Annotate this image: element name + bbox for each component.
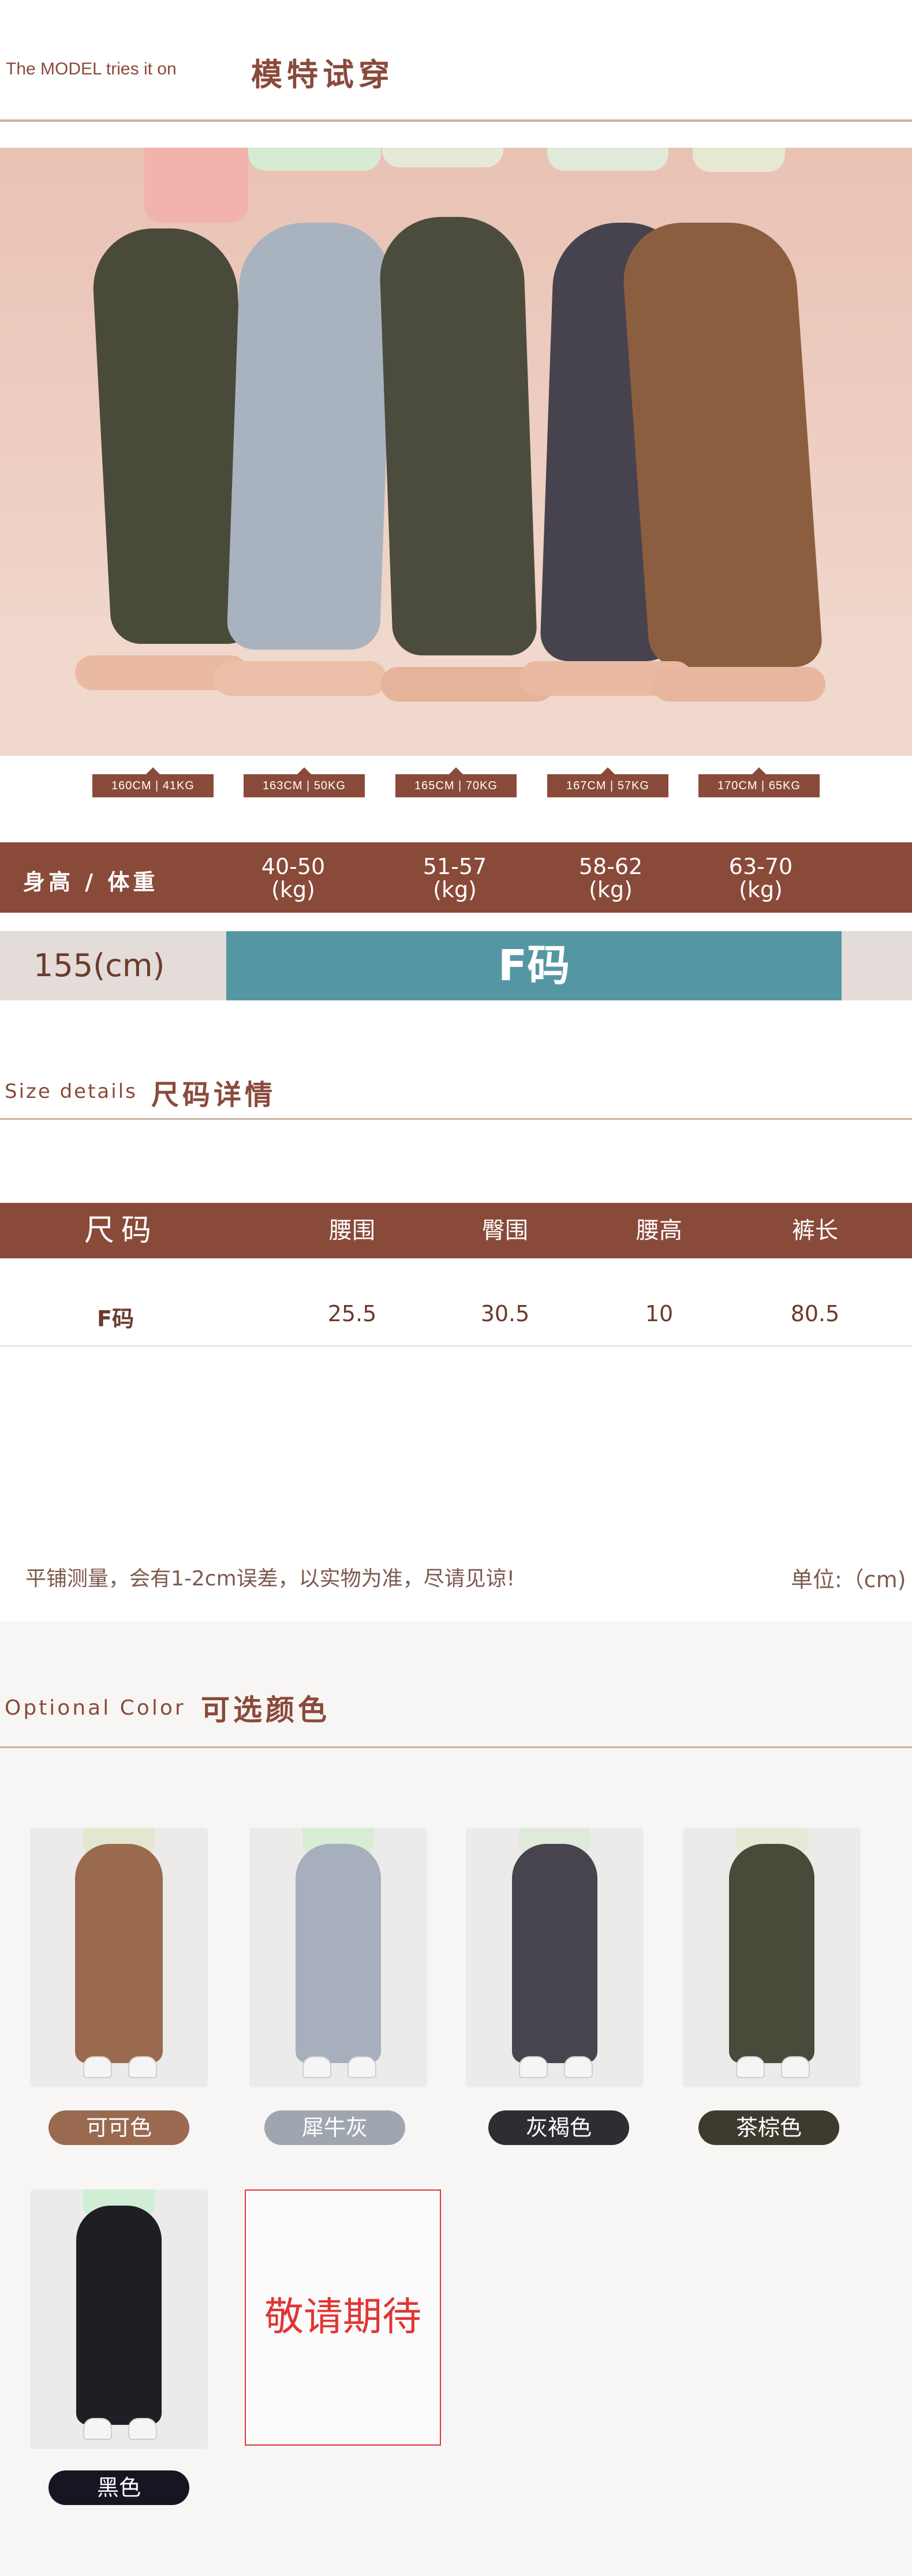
color-name-pill[interactable]: 犀牛灰	[264, 2110, 405, 2145]
model-legging	[377, 217, 538, 655]
weight-range-unit: (kg)	[433, 877, 477, 902]
optional-color-title-zh: 可选颜色	[201, 1693, 330, 1727]
shoe-icon	[519, 2056, 548, 2078]
model-top	[547, 148, 668, 171]
table-cell: 10	[645, 1301, 674, 1326]
model-legging	[619, 223, 824, 667]
color-name-pill[interactable]: 灰褐色	[488, 2110, 629, 2145]
color-name-pill[interactable]: 茶棕色	[698, 2110, 839, 2145]
shoe-icon	[128, 2418, 157, 2440]
model-top	[382, 148, 503, 167]
color-swatch-rhino-gray[interactable]	[249, 1828, 427, 2087]
model-top	[144, 148, 248, 223]
color-swatch-cocoa[interactable]	[30, 1828, 208, 2087]
model-top	[693, 148, 785, 172]
table-row-divider	[0, 1345, 912, 1347]
height-weight-label: 身高 / 体重	[23, 869, 159, 895]
model-title-en: The MODEL tries it on	[6, 59, 177, 78]
table-header-cell: 臀围	[482, 1217, 528, 1244]
swatch-legging	[75, 1844, 163, 2063]
table-header-cell: 腰围	[329, 1217, 375, 1244]
size-details-title-en: Size details	[5, 1080, 137, 1103]
weight-range-value: 58-62	[578, 854, 643, 879]
table-header-cell: 裤长	[792, 1217, 838, 1244]
swatch-legging	[729, 1844, 814, 2063]
model-tag: 160CM | 41KG	[92, 767, 214, 797]
model-tag: 167CM | 57KG	[547, 767, 668, 797]
table-cell: 30.5	[480, 1301, 530, 1326]
divider	[0, 1118, 912, 1120]
size-details-title-zh: 尺码详情	[151, 1079, 276, 1111]
table-cell: 80.5	[790, 1301, 840, 1326]
size-band-end	[842, 931, 912, 1000]
model-legging	[226, 223, 394, 650]
weight-range: 51-57 (kg)	[397, 855, 513, 901]
weight-range-value: 40-50	[261, 854, 326, 879]
model-tag: 165CM | 70KG	[395, 767, 517, 797]
swatch-legging	[76, 2206, 162, 2425]
size-table-header: 尺码 腰围 臀围 腰高 裤长	[0, 1203, 912, 1258]
shoe-icon	[781, 2056, 810, 2078]
shoe-icon	[83, 2418, 112, 2440]
size-chart-header: 身高 / 体重 40-50 (kg) 51-57 (kg) 58-62 (kg)…	[0, 842, 912, 913]
table-cell: 25.5	[327, 1301, 377, 1326]
model-tag: 170CM | 65KG	[698, 767, 820, 797]
shoe-icon	[128, 2056, 157, 2078]
optional-color-title-en: Optional Color	[5, 1696, 186, 1720]
models-photo	[0, 148, 912, 756]
color-name-pill[interactable]: 可可色	[48, 2110, 189, 2145]
table-cell: F码	[97, 1306, 134, 1332]
shoe-icon	[83, 2056, 112, 2078]
model-tag: 163CM | 50KG	[244, 767, 365, 797]
unit-note: 单位:（cm)	[791, 1567, 906, 1592]
color-swatch-black[interactable]	[30, 2189, 208, 2449]
size-band: F码	[226, 931, 842, 1000]
shoe-icon	[736, 2056, 765, 2078]
table-header-cell: 腰高	[636, 1217, 682, 1244]
model-title-zh: 模特试穿	[251, 57, 394, 93]
shoe-icon	[564, 2056, 593, 2078]
weight-range-unit: (kg)	[271, 877, 315, 902]
height-cell: 155(cm)	[0, 931, 226, 1000]
swatch-legging	[296, 1844, 381, 2063]
shoe-icon	[347, 2056, 376, 2078]
coming-soon-box: 敬请期待	[245, 2189, 441, 2446]
shoe-icon	[302, 2056, 331, 2078]
weight-range-value: 63-70	[728, 854, 793, 879]
model-feet	[214, 661, 387, 696]
color-swatch-tea-brown[interactable]	[683, 1828, 861, 2087]
divider	[0, 119, 912, 122]
swatch-legging	[512, 1844, 597, 2063]
weight-range-unit: (kg)	[589, 877, 633, 902]
weight-range: 58-62 (kg)	[553, 855, 668, 901]
measurement-note: 平铺测量，会有1-2cm误差，以实物为准，尽请见谅!	[25, 1567, 515, 1591]
color-name-pill[interactable]: 黑色	[48, 2470, 189, 2505]
table-header-cell: 尺码	[84, 1213, 158, 1248]
weight-range: 63-70 (kg)	[703, 855, 818, 901]
model-top	[248, 148, 381, 171]
divider	[0, 1746, 912, 1748]
height-label: 155(cm)	[33, 947, 165, 984]
weight-range-value: 51-57	[423, 854, 487, 879]
model-feet	[652, 667, 825, 702]
color-swatch-taupe[interactable]	[466, 1828, 644, 2087]
weight-range-unit: (kg)	[739, 877, 783, 902]
weight-range: 40-50 (kg)	[236, 855, 351, 901]
